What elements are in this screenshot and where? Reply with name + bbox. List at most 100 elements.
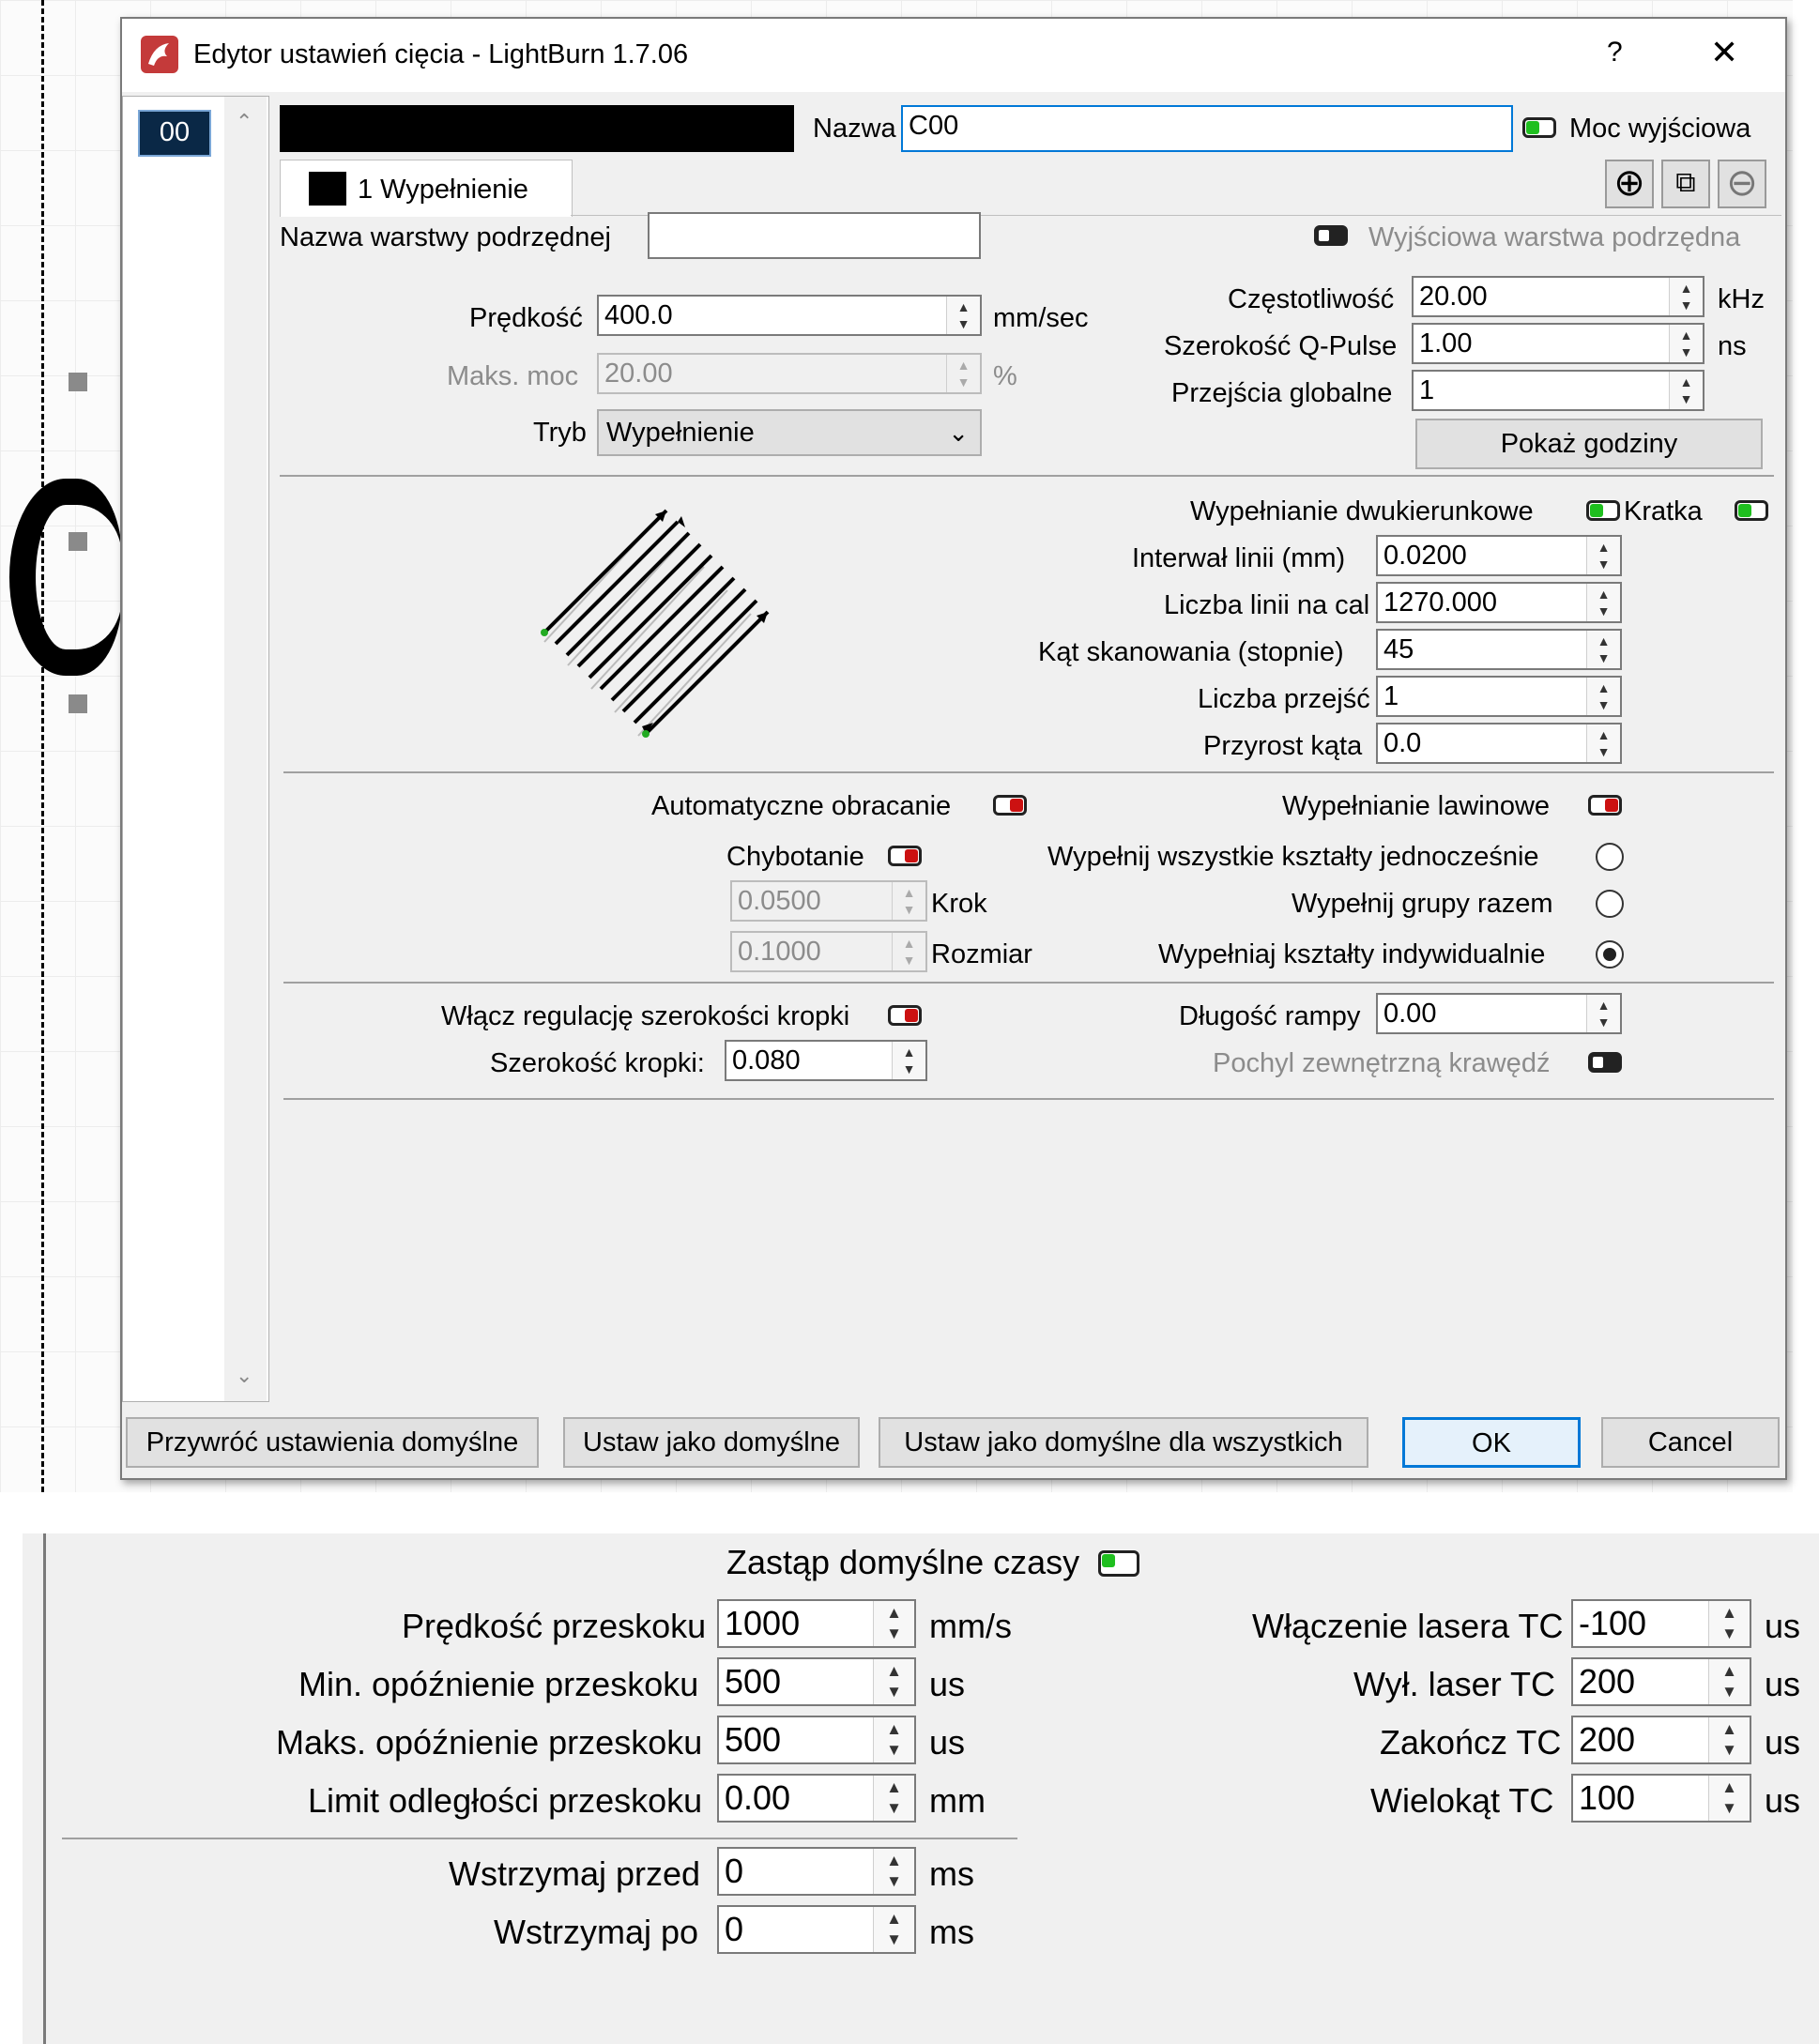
help-button[interactable]: ? <box>1607 34 1623 71</box>
fill-individually-radio[interactable] <box>1596 940 1624 969</box>
ramp-length-input[interactable]: 0.00 ▲ ▼ <box>1376 993 1622 1034</box>
end-tc-value: 200 <box>1579 1720 1636 1759</box>
selection-handle[interactable] <box>69 694 87 713</box>
polygon-tc-value: 100 <box>1579 1778 1636 1817</box>
spinner-icon[interactable]: ▲ ▼ <box>1708 1601 1750 1646</box>
fill-groups-radio[interactable] <box>1596 890 1624 918</box>
auto-rotate-toggle[interactable] <box>993 795 1027 816</box>
frequency-input[interactable]: 20.00 ▲ ▼ <box>1412 276 1704 317</box>
spinner-icon[interactable]: ▲ ▼ <box>1669 372 1703 409</box>
dwell-after-input[interactable]: 0 ▲ ▼ <box>717 1905 916 1954</box>
max-jump-delay-input[interactable]: 500 ▲ ▼ <box>717 1716 916 1764</box>
spinner-icon[interactable]: ▲ ▼ <box>873 1601 914 1646</box>
spinner-icon[interactable]: ▲ ▼ <box>1669 278 1703 315</box>
name-input[interactable]: C00 <box>901 105 1513 152</box>
close-button[interactable]: ✕ <box>1710 34 1738 71</box>
spinner-icon[interactable]: ▲ ▼ <box>1586 537 1620 574</box>
spinner-icon[interactable]: ▲ ▼ <box>873 1717 914 1762</box>
maxpower-label: Maks. moc <box>447 361 579 391</box>
cancel-button[interactable]: Cancel <box>1601 1417 1780 1468</box>
max-jump-delay-unit: us <box>929 1723 966 1762</box>
angle-increment-input[interactable]: 0.0 ▲ ▼ <box>1376 723 1622 764</box>
sublayer-name-input[interactable] <box>648 212 981 259</box>
add-sublayer-button[interactable]: ⊕ <box>1605 160 1654 208</box>
global-passes-label: Przejścia globalne <box>1171 378 1393 408</box>
laser-off-tc-input[interactable]: 200 ▲ ▼ <box>1571 1657 1751 1706</box>
speed-unit: mm/sec <box>993 303 1089 333</box>
crosshatch-label: Kratka <box>1624 496 1703 526</box>
spinner-icon[interactable]: ▲ ▼ <box>873 1849 914 1894</box>
dot-width-enable-toggle[interactable] <box>888 1005 922 1026</box>
tab-fill[interactable]: 1 Wypełnienie <box>280 160 573 217</box>
section-divider <box>283 1098 1774 1100</box>
end-tc-input[interactable]: 200 ▲ ▼ <box>1571 1716 1751 1764</box>
scroll-up-icon[interactable]: ⌃ <box>236 110 252 134</box>
spinner-icon[interactable]: ▲ ▼ <box>1586 584 1620 621</box>
spinner-icon[interactable]: ▲ ▼ <box>1708 1776 1750 1821</box>
spinner-icon[interactable]: ▲ ▼ <box>892 1042 925 1079</box>
max-jump-delay-label: Maks. opóźnienie przeskoku <box>276 1723 703 1762</box>
spinner-icon[interactable]: ▲ ▼ <box>873 1907 914 1952</box>
section-divider <box>283 982 1774 984</box>
spinner-icon[interactable]: ▲ ▼ <box>873 1659 914 1704</box>
global-passes-input[interactable]: 1 ▲ ▼ <box>1412 370 1704 411</box>
dot-width-input[interactable]: 0.080 ▲ ▼ <box>725 1040 927 1081</box>
spinner-icon[interactable]: ▲ ▼ <box>1586 725 1620 762</box>
dwell-before-input[interactable]: 0 ▲ ▼ <box>717 1847 916 1896</box>
flood-fill-toggle[interactable] <box>1588 795 1622 816</box>
jump-limit-input[interactable]: 0.00 ▲ ▼ <box>717 1774 916 1823</box>
bidirectional-toggle[interactable] <box>1586 500 1620 521</box>
end-tc-unit: us <box>1765 1723 1801 1762</box>
mode-select[interactable]: Wypełnienie ⌄ <box>597 409 982 456</box>
laser-on-tc-label: Włączenie lasera TC <box>1252 1607 1564 1645</box>
qpulse-input[interactable]: 1.00 ▲ ▼ <box>1412 323 1704 364</box>
fill-all-shapes-radio[interactable] <box>1596 843 1624 871</box>
tab-label: 1 Wypełnienie <box>358 175 528 205</box>
set-default-button[interactable]: Ustaw jako domyślne <box>563 1417 860 1468</box>
layer-item-00[interactable]: 00 <box>138 110 211 157</box>
section-divider <box>280 475 1774 477</box>
spinner-icon[interactable]: ▲ ▼ <box>1586 995 1620 1032</box>
dot-width-value: 0.080 <box>732 1045 801 1075</box>
wobble-toggle[interactable] <box>888 846 922 866</box>
spinner-icon[interactable]: ▲ ▼ <box>1708 1717 1750 1762</box>
spinner-icon[interactable]: ▲ ▼ <box>1669 325 1703 362</box>
min-jump-delay-label: Min. opóźnienie przeskoku <box>298 1665 699 1703</box>
laser-on-tc-input[interactable]: -100 ▲ ▼ <box>1571 1599 1751 1648</box>
show-hours-button[interactable]: Pokaż godziny <box>1415 419 1763 469</box>
layer-list: 00 ⌃ ⌄ <box>122 96 269 1402</box>
scroll-down-icon[interactable]: ⌄ <box>236 1364 252 1388</box>
sublayer-output-toggle[interactable] <box>1314 225 1348 246</box>
sublayer-name-label: Nazwa warstwy podrzędnej <box>280 222 611 252</box>
spinner-icon[interactable]: ▲ ▼ <box>1708 1659 1750 1704</box>
spinner-icon[interactable]: ▲ ▼ <box>873 1776 914 1821</box>
selection-handle[interactable] <box>69 373 87 391</box>
min-jump-delay-input[interactable]: 500 ▲ ▼ <box>717 1657 916 1706</box>
line-interval-input[interactable]: 0.0200 ▲ ▼ <box>1376 535 1622 576</box>
spinner-icon: ▲ ▼ <box>946 355 980 392</box>
lines-per-inch-input[interactable]: 1270.000 ▲ ▼ <box>1376 582 1622 623</box>
crosshatch-toggle[interactable] <box>1735 500 1768 521</box>
speed-input[interactable]: 400.0 ▲ ▼ <box>597 295 982 336</box>
copy-sublayer-button[interactable]: ⧉ <box>1661 160 1710 208</box>
spinner-icon[interactable]: ▲ ▼ <box>1586 678 1620 715</box>
num-passes-input[interactable]: 1 ▲ ▼ <box>1376 676 1622 717</box>
spinner-icon[interactable]: ▲ ▼ <box>1586 631 1620 668</box>
ok-button[interactable]: OK <box>1402 1417 1581 1468</box>
maxpower-value: 20.00 <box>604 358 673 389</box>
remove-sublayer-button[interactable]: ⊖ <box>1718 160 1766 208</box>
jump-speed-unit: mm/s <box>929 1607 1012 1645</box>
layer-color-swatch[interactable] <box>280 105 794 152</box>
set-default-all-button[interactable]: Ustaw jako domyślne dla wszystkich <box>879 1417 1368 1468</box>
override-timing-toggle[interactable] <box>1098 1550 1139 1577</box>
wobble-size-value: 0.1000 <box>738 937 821 967</box>
polygon-tc-input[interactable]: 100 ▲ ▼ <box>1571 1774 1751 1823</box>
spinner-icon[interactable]: ▲ ▼ <box>946 297 980 334</box>
line-interval-value: 0.0200 <box>1383 541 1467 571</box>
bevel-edge-toggle[interactable] <box>1588 1052 1622 1073</box>
output-toggle[interactable] <box>1522 117 1556 138</box>
jump-speed-input[interactable]: 1000 ▲ ▼ <box>717 1599 916 1648</box>
layer-list-scrollbar[interactable]: ⌃ ⌄ <box>224 97 267 1401</box>
restore-defaults-button[interactable]: Przywróć ustawienia domyślne <box>126 1417 539 1468</box>
scan-angle-input[interactable]: 45 ▲ ▼ <box>1376 629 1622 670</box>
